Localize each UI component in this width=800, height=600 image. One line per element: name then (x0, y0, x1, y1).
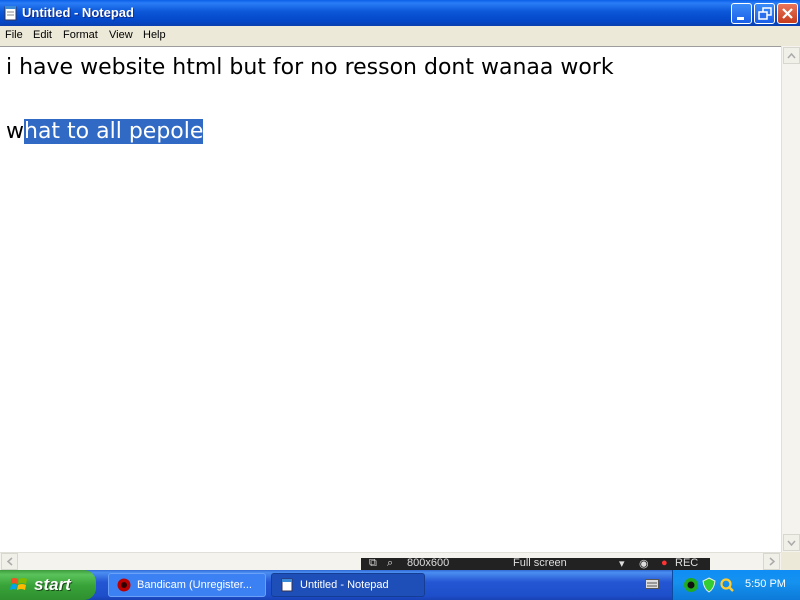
vertical-scrollbar[interactable] (781, 46, 800, 552)
dropdown-icon[interactable]: ▾ (619, 558, 625, 570)
text-unselected: w (6, 119, 24, 144)
title-bar[interactable]: Untitled - Notepad (0, 0, 800, 26)
notepad-icon (281, 578, 293, 592)
menu-bar: File Edit Format View Help (0, 26, 800, 46)
close-icon (782, 8, 793, 19)
arrow-down-icon (787, 540, 796, 547)
minimize-icon (737, 17, 744, 20)
windows-logo-icon (10, 578, 27, 590)
close-button[interactable] (777, 3, 798, 24)
scroll-right-button[interactable] (763, 553, 780, 570)
arrow-right-icon (769, 557, 776, 566)
recorder-toolbar[interactable]: ⧉ ⌕ 800x600 Full screen ▾ ◉ ● REC (361, 558, 710, 570)
scroll-left-button[interactable] (1, 553, 18, 570)
clock[interactable]: 5:50 PM (745, 578, 786, 590)
record-dot-icon: ● (661, 558, 668, 569)
notepad-icon (4, 6, 17, 21)
menu-edit[interactable]: Edit (33, 29, 52, 41)
notepad-window: Untitled - Notepad File Edit Format View… (0, 0, 800, 571)
keyboard-icon[interactable] (645, 579, 659, 589)
scroll-corner (781, 552, 800, 570)
search-icon: ⌕ (387, 558, 394, 569)
menu-file[interactable]: File (5, 29, 23, 41)
network-icon[interactable] (683, 577, 699, 593)
scroll-down-button[interactable] (783, 534, 800, 551)
system-tray: 5:50 PM (672, 570, 800, 600)
minimize-button[interactable] (731, 3, 752, 24)
taskbar-label-notepad: Untitled - Notepad (300, 579, 389, 591)
window-title: Untitled - Notepad (22, 5, 134, 20)
start-label: start (34, 575, 71, 594)
taskbar-label-bandicam: Bandicam (Unregister... (137, 579, 252, 591)
menu-help[interactable]: Help (143, 29, 166, 41)
text-editor[interactable]: i have website html but for no resson do… (0, 46, 781, 553)
security-shield-icon[interactable] (701, 577, 717, 593)
taskbar-button-notepad[interactable]: Untitled - Notepad (271, 573, 425, 597)
taskbar-button-bandicam[interactable]: Bandicam (Unregister... (108, 573, 266, 597)
bandicam-icon (117, 578, 131, 592)
recorder-rec[interactable]: REC (675, 558, 698, 569)
taskbar: start Bandicam (Unregister... Untitled -… (0, 570, 800, 600)
menu-format[interactable]: Format (63, 29, 98, 41)
recorder-mode[interactable]: Full screen (513, 558, 567, 569)
restore-button[interactable] (754, 3, 775, 24)
scroll-up-button[interactable] (783, 47, 800, 64)
text-selection: hat to all pepole (24, 119, 204, 144)
start-button[interactable]: start (0, 570, 96, 600)
camera-icon[interactable]: ◉ (639, 558, 649, 570)
menu-view[interactable]: View (109, 29, 133, 41)
recorder-size: 800x600 (407, 558, 450, 569)
search-icon[interactable] (719, 577, 735, 593)
restore-icon (758, 7, 772, 20)
arrow-left-icon (6, 557, 13, 566)
window-mode-icon: ⧉ (369, 558, 377, 569)
text-line-1: i have website html but for no resson do… (6, 55, 614, 80)
text-line-2: what to all pepole (6, 119, 204, 144)
arrow-up-icon (787, 52, 796, 59)
